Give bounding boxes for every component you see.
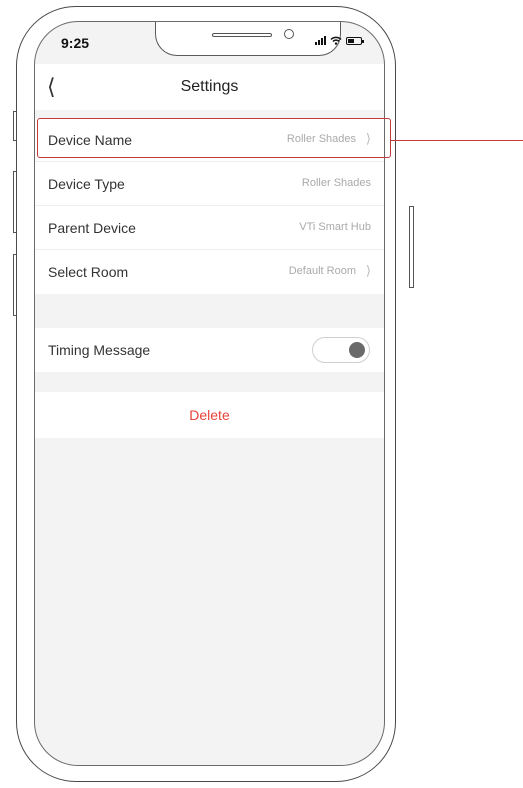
camera <box>284 29 294 39</box>
nav-bar: ⟨ Settings <box>35 64 384 110</box>
status-time: 9:25 <box>61 35 90 51</box>
row-value: Default Room <box>288 265 356 277</box>
chevron-right-icon: ⟩ <box>365 263 371 278</box>
speaker <box>212 33 272 37</box>
row-value: Roller Shades <box>301 177 371 189</box>
row-label: Timing Message <box>48 342 151 358</box>
status-icons <box>315 36 364 45</box>
device-name-highlight <box>37 118 391 158</box>
signal-icon <box>315 36 326 45</box>
parent-device-row: Parent Device VTi Smart Hub <box>35 206 384 250</box>
row-label: Select Room <box>48 264 129 280</box>
row-label: Device Type <box>48 176 125 192</box>
row-label: Parent Device <box>48 220 136 236</box>
battery-icon <box>346 36 364 45</box>
wifi-icon <box>330 36 342 45</box>
timing-message-toggle[interactable] <box>312 337 370 363</box>
toggle-knob <box>349 342 365 358</box>
callout-line <box>390 140 523 141</box>
select-room-row[interactable]: Select Room Default Room ⟩ <box>35 250 384 294</box>
device-type-row: Device Type Roller Shades <box>35 162 384 206</box>
delete-button[interactable]: Delete <box>35 392 384 438</box>
delete-group: Delete <box>35 392 384 438</box>
power-button <box>409 206 414 288</box>
row-value: VTi Smart Hub <box>299 221 371 233</box>
timing-message-row: Timing Message <box>35 328 384 372</box>
timing-group: Timing Message <box>35 328 384 372</box>
page-title: Settings <box>180 78 239 95</box>
notch <box>155 22 341 56</box>
